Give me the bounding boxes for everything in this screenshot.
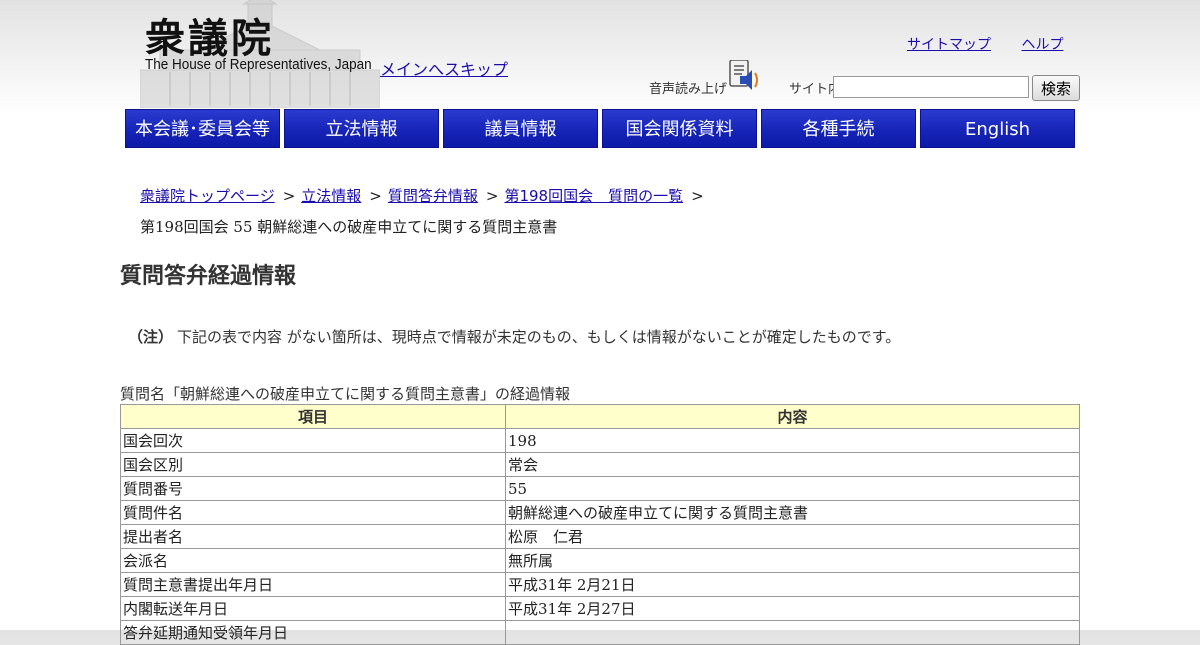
breadcrumb-link-legislative[interactable]: 立法情報	[301, 187, 361, 205]
row-value: 平成31年 2月21日	[505, 572, 1080, 597]
table-row: 会派名 無所属	[120, 548, 1080, 573]
row-label: 質問番号	[120, 476, 506, 501]
nav-procedures[interactable]: 各種手続	[761, 109, 916, 148]
nav-plenary-committees[interactable]: 本会議･委員会等	[125, 109, 280, 148]
search-button[interactable]: 検索	[1032, 75, 1080, 101]
speaker-icon[interactable]	[728, 60, 762, 92]
breadcrumb-current: 第198回国会 55 朝鮮総連への破産申立てに関する質問主意書	[140, 218, 558, 236]
row-value	[505, 620, 1080, 645]
row-label: 質問件名	[120, 500, 506, 525]
row-label: 内閣転送年月日	[120, 596, 506, 621]
row-value: 朝鮮総連への破産申立てに関する質問主意書	[505, 500, 1080, 525]
breadcrumb-link-question-list[interactable]: 第198回国会 質問の一覧	[504, 187, 683, 205]
breadcrumb-separator: >	[282, 187, 296, 205]
row-label: 提出者名	[120, 524, 506, 549]
table-row: 質問番号 55	[120, 476, 1080, 501]
row-value: 198	[505, 428, 1080, 453]
table-row: 答弁延期通知受領年月日	[120, 620, 1080, 645]
breadcrumb-link-top[interactable]: 衆議院トップページ	[140, 187, 275, 205]
site-logo-en[interactable]: The House of Representatives, Japan	[145, 56, 372, 73]
table-row: 国会区別 常会	[120, 452, 1080, 477]
nav-diet-materials[interactable]: 国会関係資料	[602, 109, 757, 148]
table-caption: 質問名「朝鮮総連への破産申立てに関する質問主意書」の経過情報	[120, 385, 571, 403]
breadcrumb-separator: >	[485, 187, 499, 205]
breadcrumb-separator: >	[369, 187, 382, 205]
breadcrumb-separator: >	[691, 187, 704, 205]
nav-member-info[interactable]: 議員情報	[443, 109, 598, 148]
row-label: 答弁延期通知受領年月日	[120, 620, 506, 645]
table-row: 内閣転送年月日 平成31年 2月27日	[120, 596, 1080, 621]
voice-readout-label[interactable]: 音声読み上げ	[649, 78, 727, 97]
site-search-label: サイト内	[789, 82, 833, 97]
site-header: 衆議院 The House of Representatives, Japan …	[0, 0, 1200, 160]
progress-info-table: 項目 内容 国会回次 198 国会区別 常会 質問番号 55 質問件名 朝鮮総連…	[120, 404, 1080, 645]
row-value: 無所属	[505, 548, 1080, 573]
row-value: 松原 仁君	[505, 524, 1080, 549]
note-text: 下記の表で内容 がない箇所は、現時点で情報が未定のもの、もしくは情報がないことが…	[177, 328, 901, 346]
column-header-content: 内容	[505, 404, 1080, 429]
breadcrumb: 衆議院トップページ > 立法情報 > 質問答弁情報 > 第198回国会 質問の一覧 >	[140, 185, 710, 206]
table-row: 質問件名 朝鮮総連への破産申立てに関する質問主意書	[120, 500, 1080, 525]
breadcrumb-link-questions[interactable]: 質問答弁情報	[388, 187, 478, 205]
nav-english[interactable]: English	[920, 109, 1075, 148]
table-note: （注） 下記の表で内容 がない箇所は、現時点で情報が未定のもの、もしくは情報がない…	[128, 326, 900, 347]
column-header-item: 項目	[120, 404, 506, 429]
sitemap-link[interactable]: サイトマップ	[907, 37, 991, 53]
row-value: 常会	[505, 452, 1080, 477]
utility-links: サイトマップ ヘルプ	[907, 34, 1089, 54]
row-label: 質問主意書提出年月日	[120, 572, 506, 597]
row-label: 国会区別	[120, 452, 506, 477]
note-prefix: （注）	[128, 328, 174, 346]
help-link[interactable]: ヘルプ	[1021, 37, 1063, 53]
table-row: 国会回次 198	[120, 428, 1080, 453]
row-label: 国会回次	[120, 428, 506, 453]
nav-legislative-info[interactable]: 立法情報	[284, 109, 439, 148]
table-header-row: 項目 内容	[120, 404, 1080, 429]
row-label: 会派名	[120, 548, 506, 573]
skip-to-main-link[interactable]: メインへスキップ	[380, 56, 508, 80]
row-value: 平成31年 2月27日	[505, 596, 1080, 621]
table-row: 提出者名 松原 仁君	[120, 524, 1080, 549]
site-search-input[interactable]	[833, 76, 1029, 98]
row-value: 55	[505, 476, 1080, 501]
page-title: 質問答弁経過情報	[120, 264, 297, 289]
table-row: 質問主意書提出年月日 平成31年 2月21日	[120, 572, 1080, 597]
